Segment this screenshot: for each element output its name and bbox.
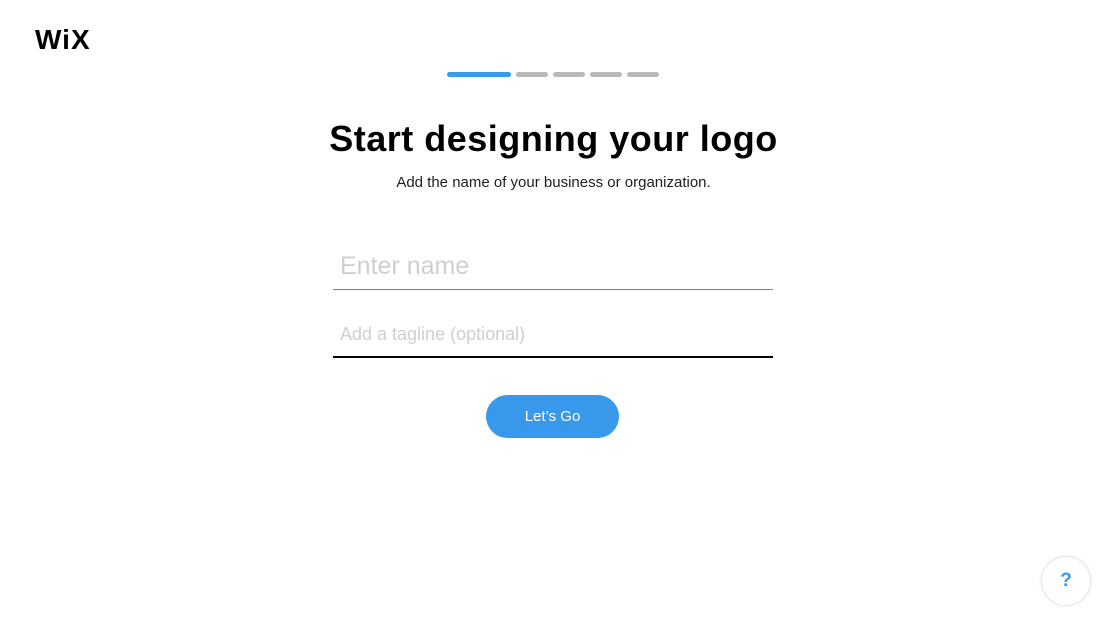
question-icon: ? [1060,570,1072,591]
page-title: Start designing your logo [329,118,778,159]
progress-step-4 [590,72,622,77]
help-button[interactable]: ? [1041,556,1091,606]
progress-step-5 [627,72,659,77]
logo-maker-page: WiX Start designing your logo Add the na… [0,0,1107,620]
business-name-input[interactable] [333,243,773,290]
progress-step-3 [553,72,585,77]
tagline-input[interactable] [333,313,773,358]
step-progress-indicator [447,72,659,77]
progress-step-2 [516,72,548,77]
page-subtitle: Add the name of your business or organiz… [396,174,711,191]
progress-step-1 [447,72,511,77]
lets-go-button[interactable]: Let’s Go [486,395,619,438]
wix-logo[interactable]: WiX [35,26,91,54]
